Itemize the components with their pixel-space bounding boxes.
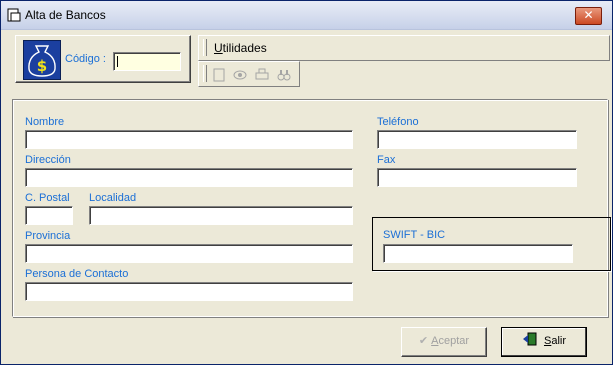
money-bag-icon: $ [23, 40, 61, 80]
contacto-field[interactable] [25, 282, 353, 301]
swift-field[interactable] [383, 244, 573, 263]
aceptar-button[interactable]: ✔ Aceptar [401, 327, 487, 357]
localidad-field[interactable] [89, 206, 353, 225]
codigo-label: Código : [65, 53, 106, 65]
view-icon[interactable] [233, 68, 247, 82]
nombre-label: Nombre [25, 116, 65, 128]
codigo-panel: $ Código : [15, 35, 191, 83]
swift-label: SWIFT - BIC [383, 229, 446, 241]
cpostal-field[interactable] [25, 206, 73, 225]
toolbar [198, 61, 300, 87]
direccion-field[interactable] [25, 168, 353, 187]
salir-button[interactable]: Salir [501, 327, 587, 357]
new-document-icon[interactable] [212, 68, 226, 82]
utilidades-menu-bar: Utilidades [198, 35, 610, 61]
swift-group-box: SWIFT - BIC [372, 217, 611, 271]
print-icon[interactable] [255, 68, 269, 82]
close-icon[interactable]: ✕ [583, 8, 593, 22]
codigo-input[interactable] [113, 52, 181, 71]
window-title: Alta de Bancos [25, 8, 106, 22]
fax-label: Fax [377, 154, 396, 166]
cpostal-label: C. Postal [25, 192, 70, 204]
nombre-field[interactable] [25, 130, 353, 149]
window-icon [7, 8, 21, 22]
search-binoculars-icon[interactable] [277, 68, 291, 82]
provincia-label: Provincia [25, 230, 71, 242]
alta-de-bancos-window: Alta de Bancos ✕ $ Código : Utilidades N… [0, 0, 613, 365]
menu-grip [203, 39, 207, 56]
svg-text:$: $ [37, 57, 47, 75]
direccion-label: Dirección [25, 154, 71, 166]
fax-field[interactable] [377, 168, 577, 187]
menu-item-utilidades[interactable]: Utilidades [214, 41, 267, 55]
toolbar-grip [203, 65, 207, 82]
title-bar: Alta de Bancos ✕ [1, 1, 612, 30]
provincia-field[interactable] [25, 244, 353, 263]
exit-door-icon [522, 332, 537, 346]
text-caret [117, 56, 118, 67]
localidad-label: Localidad [89, 192, 137, 204]
telefono-field[interactable] [377, 130, 577, 149]
telefono-label: Teléfono [377, 116, 419, 128]
contacto-label: Persona de Contacto [25, 268, 129, 280]
close-button[interactable]: ✕ [575, 7, 602, 25]
check-icon: ✔ [418, 335, 429, 347]
